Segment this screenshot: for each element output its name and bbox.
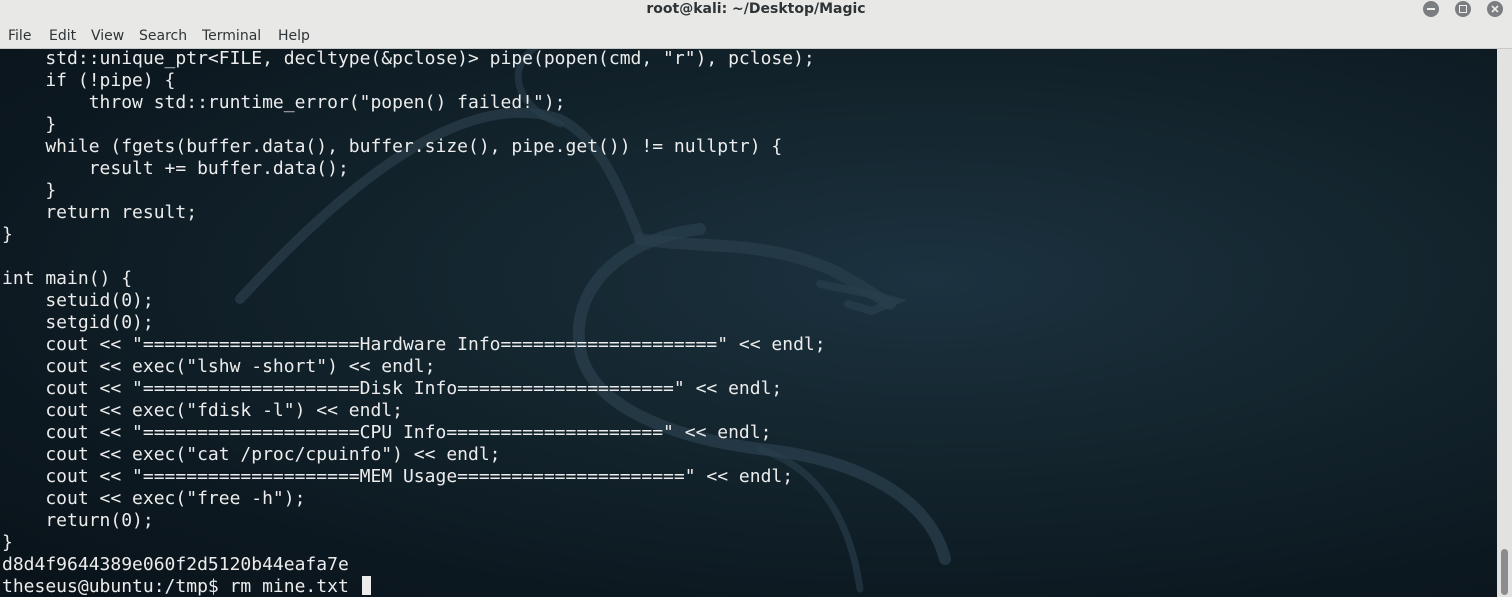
terminal-line: throw std::runtime_error("popen() failed…: [2, 92, 566, 113]
terminal-line: return(0);: [2, 510, 154, 531]
terminal-line: cout << exec("lshw -short") << endl;: [2, 356, 436, 377]
terminal-line: d8d4f9644389e060f2d5120b44eafa7e: [2, 554, 349, 575]
terminal-line: int main() {: [2, 268, 133, 289]
terminal-line: cout << "====================MEM Usage==…: [2, 466, 794, 487]
title-bar[interactable]: root@kali: ~/Desktop/Magic: [0, 0, 1512, 22]
terminal-line: setuid(0);: [2, 290, 154, 311]
menu-file[interactable]: File: [8, 27, 31, 45]
terminal-line: }: [2, 180, 57, 201]
menu-view[interactable]: View: [91, 27, 124, 45]
prompt-line[interactable]: theseus@ubuntu:/tmp$ rm mine.txt: [2, 576, 826, 597]
menu-search[interactable]: Search: [139, 27, 187, 45]
menu-edit[interactable]: Edit: [49, 27, 76, 45]
terminal-line: std::unique_ptr<FILE, decltype(&pclose)>…: [2, 49, 815, 69]
shell-prompt: theseus@ubuntu:/tmp$: [2, 576, 230, 597]
terminal-line: }: [2, 532, 13, 553]
scrollbar[interactable]: [1497, 49, 1512, 597]
terminal-line: setgid(0);: [2, 312, 154, 333]
terminal-line: cout << "====================Hardware In…: [2, 334, 826, 355]
command-input[interactable]: rm mine.txt: [230, 576, 360, 597]
window-title: root@kali: ~/Desktop/Magic: [646, 1, 866, 17]
minimize-button[interactable]: [1423, 1, 1439, 17]
minimize-icon: [1427, 8, 1435, 10]
menu-terminal[interactable]: Terminal: [202, 27, 261, 45]
terminal-line: cout << exec("fdisk -l") << endl;: [2, 400, 403, 421]
terminal-window: root@kali: ~/Desktop/Magic File Edit Vie…: [0, 0, 1512, 597]
menu-help[interactable]: Help: [278, 27, 310, 45]
terminal-line: if (!pipe) {: [2, 70, 176, 91]
terminal-output[interactable]: std::unique_ptr<FILE, decltype(&pclose)>…: [0, 49, 1497, 597]
close-icon: [1491, 5, 1499, 13]
terminal-line: }: [2, 114, 57, 135]
terminal-line: cout << "====================CPU Info===…: [2, 422, 772, 443]
maximize-icon: [1459, 5, 1467, 13]
terminal-line: }: [2, 224, 13, 245]
terminal-line: cout << exec("cat /proc/cpuinfo") << end…: [2, 444, 501, 465]
menu-bar: File Edit View Search Terminal Help: [0, 22, 1512, 49]
maximize-button[interactable]: [1455, 1, 1471, 17]
scrollbar-thumb[interactable]: [1501, 549, 1508, 595]
terminal-line: cout << exec("free -h");: [2, 488, 306, 509]
text-cursor: [361, 576, 371, 595]
terminal-line: cout << "====================Disk Info==…: [2, 378, 783, 399]
terminal-line: while (fgets(buffer.data(), buffer.size(…: [2, 136, 783, 157]
close-button[interactable]: [1487, 1, 1503, 17]
terminal-line: return result;: [2, 202, 198, 223]
terminal-line: result += buffer.data();: [2, 158, 349, 179]
terminal-lines: std::unique_ptr<FILE, decltype(&pclose)>…: [2, 49, 826, 597]
